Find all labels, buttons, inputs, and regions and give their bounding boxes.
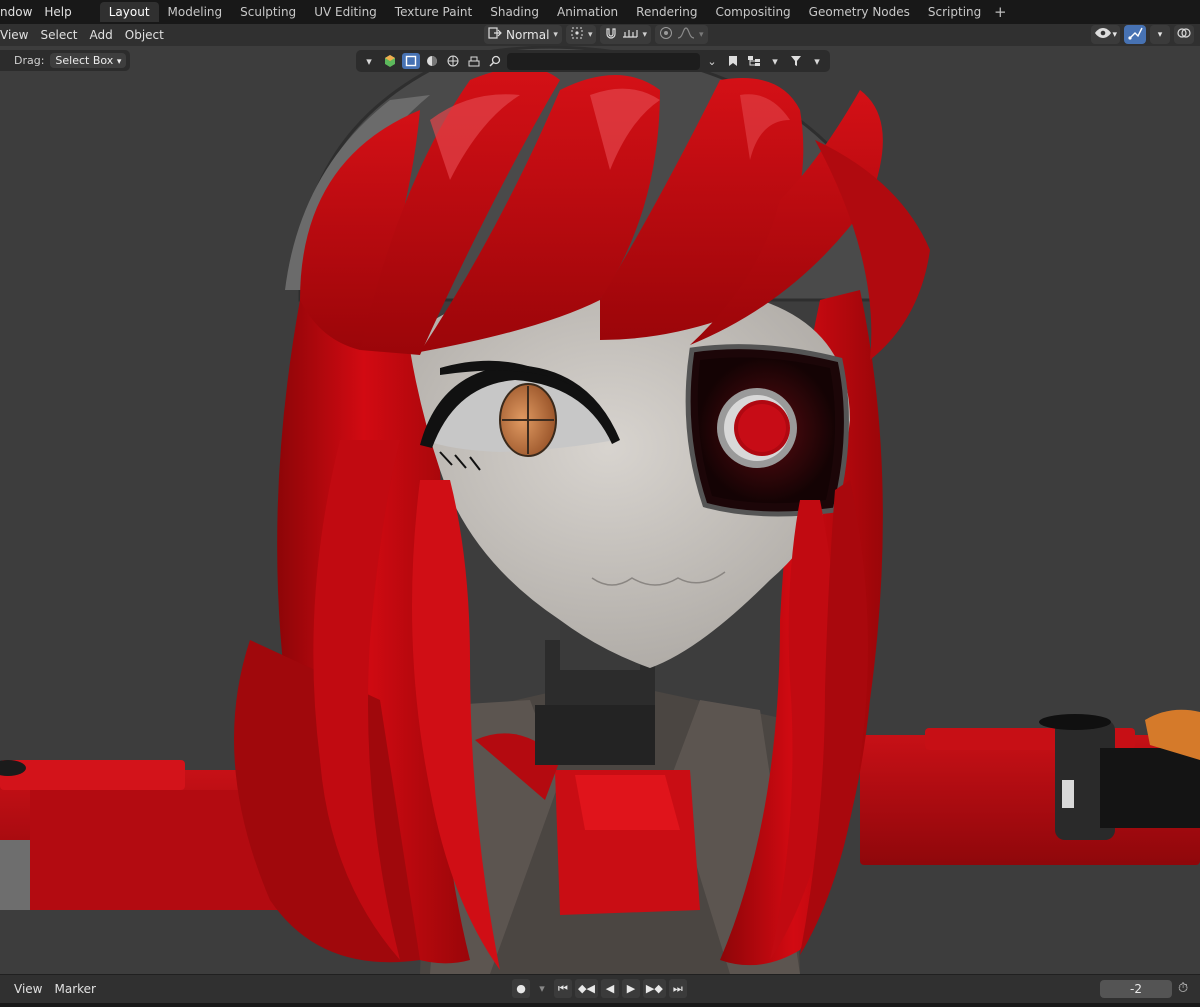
tab-scripting[interactable]: Scripting: [919, 2, 990, 22]
transform-orientation-dropdown[interactable]: Normal ▾: [484, 25, 562, 44]
snap-increment-icon: [622, 27, 639, 42]
chevron-down-icon[interactable]: ▾: [360, 53, 378, 69]
material-icon[interactable]: [444, 53, 462, 69]
render-icon[interactable]: [465, 53, 483, 69]
chevron-down-icon: ▾: [642, 29, 648, 40]
add-workspace-button[interactable]: +: [990, 3, 1010, 21]
outliner-filter-bar: ▾ ⌄ ▾ ▾: [356, 50, 830, 72]
chevron-down-icon: ▾: [1112, 29, 1117, 40]
gizmo-icon: [1127, 26, 1143, 43]
tab-animation[interactable]: Animation: [548, 2, 627, 22]
proportional-edit-icon: [659, 26, 673, 43]
overlay-icon: [1177, 26, 1191, 43]
timeline-header: View Marker ● ▾ ⏮ ◆◀ ◀ ▶ ▶◆ ⏭ -2 ⏱: [0, 974, 1200, 1003]
chevron-down-icon[interactable]: ▾: [808, 53, 826, 69]
viewport-header: View Select Add Object Normal ▾ ▾ ▾ ▾ ▾ …: [0, 24, 1200, 46]
cube-icon[interactable]: [381, 53, 399, 69]
next-keyframe-icon: ▶◆: [645, 982, 663, 995]
menu-add[interactable]: Add: [84, 25, 119, 45]
chevron-down-icon: ▾: [553, 29, 558, 40]
drag-mode-value: Select Box: [55, 54, 114, 67]
pivot-point-dropdown[interactable]: ▾: [565, 25, 597, 44]
falloff-icon: [677, 27, 695, 42]
status-bar: [0, 1003, 1200, 1007]
filter-icon[interactable]: [787, 53, 805, 69]
jump-end-button[interactable]: ⏭: [668, 979, 687, 998]
prev-keyframe-button[interactable]: ◆◀: [575, 979, 598, 998]
play-button[interactable]: ▶: [621, 979, 640, 998]
overlay-toggle[interactable]: [1174, 25, 1194, 44]
chevron-down-icon[interactable]: ▾: [766, 53, 784, 69]
tab-texture-paint[interactable]: Texture Paint: [386, 2, 481, 22]
transform-tools: Normal ▾ ▾ ▾ ▾: [484, 25, 708, 44]
play-icon: ▶: [626, 982, 636, 995]
menu-window[interactable]: ndow: [0, 2, 38, 22]
record-icon: ●: [516, 982, 526, 995]
menu-help[interactable]: Help: [38, 2, 77, 22]
visibility-eye-icon: [1094, 27, 1112, 42]
tab-compositing[interactable]: Compositing: [706, 2, 799, 22]
play-reverse-icon: ◀: [605, 982, 615, 995]
keying-dropdown[interactable]: ▾: [533, 979, 551, 998]
hierarchy-icon[interactable]: [745, 53, 763, 69]
tab-geometry-nodes[interactable]: Geometry Nodes: [800, 2, 919, 22]
menu-object[interactable]: Object: [119, 25, 170, 45]
menu-select[interactable]: Select: [34, 25, 83, 45]
timeline-menu-view[interactable]: View: [8, 979, 48, 999]
chevron-down-icon: ▾: [699, 29, 704, 40]
record-button[interactable]: ●: [512, 979, 530, 998]
tab-uv-editing[interactable]: UV Editing: [305, 2, 386, 22]
tab-sculpting[interactable]: Sculpting: [231, 2, 305, 22]
timeline-menu-marker[interactable]: Marker: [48, 979, 101, 999]
search-icon: [486, 53, 504, 69]
stopwatch-icon[interactable]: ⏱: [1178, 981, 1188, 996]
jump-start-icon: ⏮: [558, 981, 568, 995]
playback-controls: ● ▾ ⏮ ◆◀ ◀ ▶ ▶◆ ⏭: [512, 979, 687, 998]
visibility-dropdown[interactable]: ▾: [1091, 25, 1120, 44]
next-keyframe-button[interactable]: ▶◆: [642, 979, 666, 998]
tab-rendering[interactable]: Rendering: [627, 2, 706, 22]
viewport-display-tools: ▾ ▾: [1091, 25, 1194, 44]
chevron-down-icon: ▾: [116, 57, 122, 67]
collapse-icon[interactable]: ⌄: [703, 53, 721, 69]
snap-toggle[interactable]: ▾: [600, 25, 652, 44]
object-mode-icon[interactable]: [402, 53, 420, 69]
orientation-label: Normal: [506, 27, 550, 42]
sphere-icon[interactable]: [423, 53, 441, 69]
tab-shading[interactable]: Shading: [481, 2, 548, 22]
chevron-down-icon: ▾: [539, 982, 545, 995]
proportional-edit-toggle[interactable]: ▾: [655, 25, 708, 44]
prev-keyframe-icon: ◆◀: [578, 982, 595, 995]
chevron-down-icon: ▾: [587, 29, 593, 40]
search-input[interactable]: [507, 52, 700, 70]
viewport-menus: View Select Add Object: [0, 25, 170, 45]
bookmark-icon[interactable]: [724, 53, 742, 69]
top-menu-bar: ndow Help Layout Modeling Sculpting UV E…: [0, 0, 1200, 24]
timeline-menus: View Marker: [8, 979, 102, 999]
character-render: [0, 46, 1200, 974]
snap-magnet-icon: [604, 26, 618, 43]
orientation-icon: [488, 27, 502, 42]
menu-view[interactable]: View: [0, 25, 34, 45]
workspace-tabs: Layout Modeling Sculpting UV Editing Tex…: [99, 0, 1011, 24]
tab-layout[interactable]: Layout: [99, 2, 159, 22]
tool-settings: Drag: Select Box ▾: [0, 50, 130, 71]
play-reverse-button[interactable]: ◀: [600, 979, 619, 998]
chevron-down-icon: ▾: [1157, 29, 1163, 40]
tab-modeling[interactable]: Modeling: [159, 2, 232, 22]
3d-viewport[interactable]: Drag: Select Box ▾ ▾ ⌄ ▾ ▾: [0, 46, 1200, 974]
drag-mode-dropdown[interactable]: Select Box ▾: [50, 53, 127, 68]
transform-pivot-icon: [570, 26, 584, 43]
gizmo-toggle[interactable]: [1124, 25, 1146, 44]
current-frame-field[interactable]: -2: [1100, 980, 1172, 998]
jump-start-button[interactable]: ⏮: [554, 979, 572, 998]
gizmo-dropdown[interactable]: ▾: [1150, 25, 1170, 44]
drag-label: Drag:: [14, 54, 45, 67]
jump-end-icon: ⏭: [672, 981, 683, 995]
